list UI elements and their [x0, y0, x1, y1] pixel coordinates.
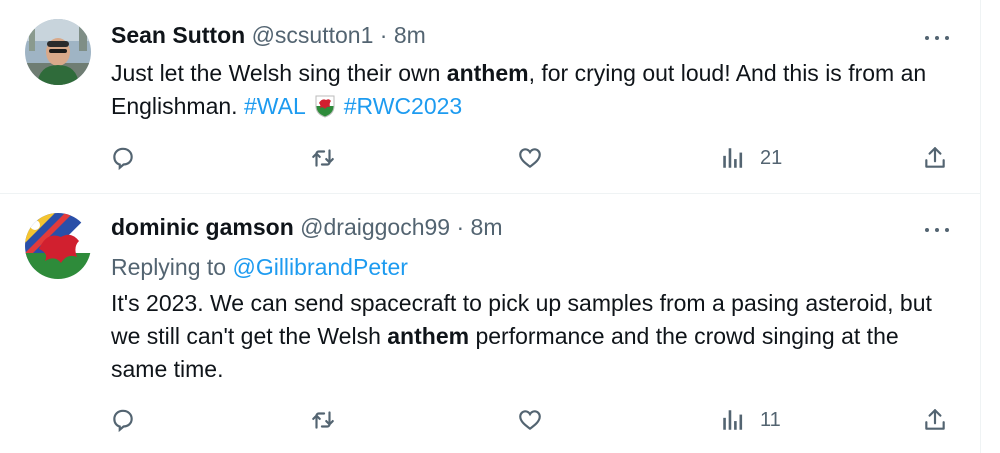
- highlight-keyword: anthem: [387, 323, 470, 349]
- like-button[interactable]: [516, 400, 544, 440]
- user-handle[interactable]: @draiggoch99: [300, 214, 450, 240]
- display-name[interactable]: dominic gamson: [111, 214, 294, 240]
- tweet-text: Just let the Welsh sing their own anthem…: [111, 57, 961, 127]
- share-button[interactable]: [922, 400, 948, 440]
- action-bar: 11: [0, 400, 980, 440]
- views-icon: [723, 148, 743, 168]
- views-icon: [723, 410, 743, 430]
- reply-icon: [113, 147, 133, 171]
- share-icon: [925, 409, 945, 430]
- more-options-button[interactable]: [923, 28, 951, 48]
- replying-to: Replying to @GillibrandPeter: [111, 254, 408, 280]
- hashtag-link[interactable]: #RWC2023: [344, 93, 462, 119]
- separator-dot: ·: [379, 22, 388, 48]
- retweet-button[interactable]: [310, 400, 336, 440]
- tweet-feed: Sean Sutton @scsutton1 · 8m Just let the…: [0, 0, 981, 453]
- separator-dot: ·: [456, 214, 465, 240]
- retweet-button[interactable]: [310, 138, 336, 178]
- like-icon: [519, 410, 541, 431]
- reply-button[interactable]: [110, 400, 136, 440]
- reply-icon: [113, 409, 133, 433]
- avatar[interactable]: [25, 213, 91, 279]
- tweet-header: Sean Sutton @scsutton1 · 8m: [111, 22, 426, 49]
- share-icon: [925, 147, 945, 168]
- retweet-icon: [312, 149, 334, 167]
- user-handle[interactable]: @scsutton1: [252, 22, 374, 48]
- tweet-header: dominic gamson @draiggoch99 · 8m: [111, 214, 503, 241]
- tweet-text: It's 2023. We can send spacecraft to pic…: [111, 290, 932, 382]
- more-options-button[interactable]: [923, 220, 951, 240]
- tweet[interactable]: Sean Sutton @scsutton1 · 8m Just let the…: [0, 0, 980, 194]
- tweet[interactable]: dominic gamson @draiggoch99 · 8m Replyin…: [0, 194, 980, 453]
- like-button[interactable]: [516, 138, 544, 178]
- views-count: 21: [760, 146, 783, 169]
- retweet-icon: [312, 411, 334, 429]
- timestamp[interactable]: 8m: [471, 214, 503, 240]
- timestamp[interactable]: 8m: [394, 22, 426, 48]
- mention-link[interactable]: @GillibrandPeter: [232, 254, 407, 280]
- views-button[interactable]: 21: [720, 138, 782, 178]
- more-icon: [925, 36, 929, 40]
- share-button[interactable]: [922, 138, 948, 178]
- views-count: 11: [760, 408, 781, 431]
- reply-button[interactable]: [110, 138, 136, 178]
- hashtag-link[interactable]: #WAL: [244, 93, 306, 119]
- action-bar: 21: [0, 138, 980, 178]
- views-button[interactable]: 11: [720, 400, 781, 440]
- more-icon: [925, 228, 929, 232]
- highlight-keyword: anthem: [446, 60, 529, 86]
- welsh-flag-icon: [314, 94, 336, 127]
- avatar[interactable]: [25, 19, 91, 85]
- like-icon: [519, 148, 541, 169]
- display-name[interactable]: Sean Sutton: [111, 22, 245, 48]
